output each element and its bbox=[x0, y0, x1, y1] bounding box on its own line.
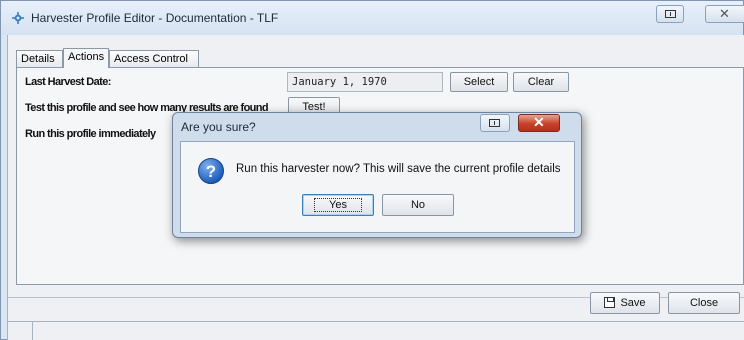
gear-icon bbox=[12, 12, 24, 24]
close-button[interactable]: Close bbox=[668, 292, 740, 314]
dialog-close-button[interactable]: ✕ bbox=[518, 114, 560, 132]
save-button[interactable]: Save bbox=[590, 292, 660, 314]
yes-button-label: Yes bbox=[314, 198, 362, 212]
clear-date-button[interactable]: Clear bbox=[513, 72, 569, 92]
question-icon: ? bbox=[198, 158, 224, 184]
yes-button[interactable]: Yes bbox=[302, 194, 374, 216]
dialog-restore-button[interactable] bbox=[480, 114, 510, 132]
no-button[interactable]: No bbox=[382, 194, 454, 216]
floppy-disk-icon bbox=[604, 297, 616, 308]
last-harvest-date-field[interactable]: January 1, 1970 bbox=[287, 72, 443, 92]
select-date-button[interactable]: Select bbox=[450, 72, 508, 92]
tab-actions[interactable]: Actions bbox=[63, 48, 109, 68]
restore-icon bbox=[665, 10, 676, 18]
close-icon: ✕ bbox=[533, 114, 545, 130]
save-button-label: Save bbox=[620, 297, 646, 309]
dialog-message: Run this harvester now? This will save t… bbox=[236, 163, 561, 175]
dialog-body: ? Run this harvester now? This will save… bbox=[180, 141, 575, 233]
restore-icon bbox=[489, 119, 500, 127]
dialog-title: Are you sure? bbox=[181, 120, 256, 134]
confirm-dialog: Are you sure? ✕ ? Run this harvester now… bbox=[172, 112, 582, 238]
restore-button[interactable] bbox=[656, 5, 684, 23]
last-harvest-date-label: Last Harvest Date: bbox=[25, 76, 111, 88]
run-profile-label: Run this profile immediately bbox=[25, 128, 156, 140]
status-bar bbox=[8, 321, 744, 340]
status-bar-divider bbox=[32, 322, 33, 340]
window-close-button[interactable]: ✕ bbox=[705, 5, 744, 23]
window-title: Harvester Profile Editor - Documentation… bbox=[31, 11, 279, 25]
title-bar[interactable]: Harvester Profile Editor - Documentation… bbox=[1, 1, 744, 35]
close-icon: ✕ bbox=[719, 6, 730, 21]
tab-access-control[interactable]: Access Control bbox=[109, 50, 199, 67]
tab-details[interactable]: Details bbox=[16, 50, 63, 67]
